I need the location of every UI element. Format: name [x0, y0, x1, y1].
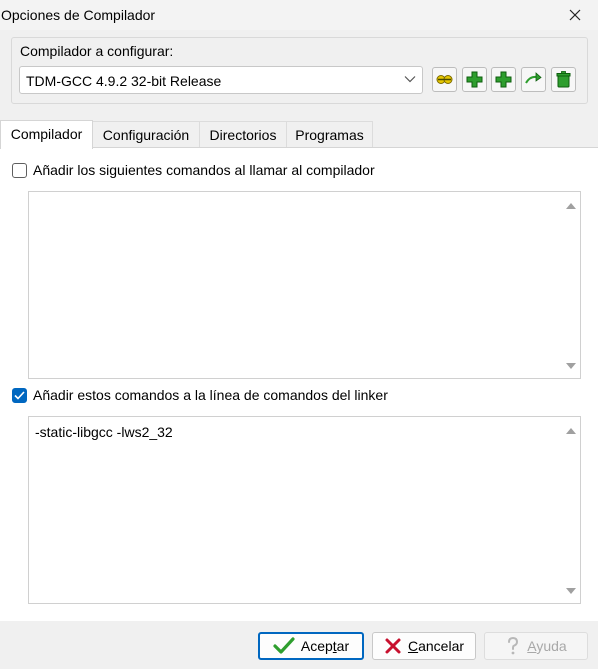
- scroll-up-icon[interactable]: [566, 428, 576, 434]
- scroll-down-icon[interactable]: [566, 588, 576, 594]
- linker-commands-value: -static-libgcc -lws2_32: [35, 424, 173, 440]
- checkmark-icon: [273, 637, 295, 654]
- add-compiler-button[interactable]: [462, 67, 487, 92]
- linker-commands-label: Añadir estos comandos a la línea de coma…: [33, 387, 388, 403]
- chevron-down-icon: [404, 76, 416, 83]
- help-icon: [508, 636, 519, 655]
- rename-compiler-button[interactable]: [432, 67, 457, 92]
- help-button-label: Ayuda: [527, 638, 567, 654]
- close-icon: [569, 9, 581, 21]
- cancel-x-icon: [385, 638, 401, 654]
- linker-commands-option[interactable]: Añadir estos comandos a la línea de coma…: [12, 387, 388, 403]
- scroll-up-icon[interactable]: [566, 203, 576, 209]
- compiler-options-dialog: Opciones de Compilador Compilador a conf…: [0, 0, 598, 669]
- tab-configuracion[interactable]: Configuración: [93, 121, 200, 148]
- linker-commands-checkbox[interactable]: [12, 387, 27, 403]
- add-copy-icon: [495, 71, 512, 88]
- cancel-button-label: Cancelar: [407, 638, 465, 654]
- delete-icon: [556, 71, 571, 88]
- compiler-select[interactable]: TDM-GCC 4.9.2 32-bit Release: [19, 66, 423, 94]
- delete-compiler-button[interactable]: [551, 67, 576, 92]
- close-button[interactable]: [552, 0, 598, 30]
- add-icon: [466, 71, 483, 88]
- tab-strip: Compilador Configuración Directorios Pro…: [0, 120, 598, 149]
- tab-programas[interactable]: Programas: [287, 121, 373, 148]
- compiler-commands-scrollbar[interactable]: [560, 192, 580, 378]
- compiler-commands-option[interactable]: Añadir los siguientes comandos al llamar…: [12, 162, 375, 178]
- ok-button-label: Aceptar: [300, 638, 350, 654]
- window-title: Opciones de Compilador: [1, 7, 156, 23]
- tab-label: Directorios: [209, 127, 277, 143]
- linker-commands-scrollbar[interactable]: [560, 417, 580, 603]
- compiler-commands-textarea[interactable]: [28, 191, 581, 379]
- tab-label: Programas: [295, 127, 364, 143]
- compiler-group-label: Compilador a configurar:: [20, 43, 174, 59]
- find-compilers-icon: [525, 72, 542, 84]
- rename-icon: [436, 75, 453, 84]
- find-compilers-button[interactable]: [521, 67, 546, 92]
- compiler-select-value: TDM-GCC 4.9.2 32-bit Release: [26, 73, 222, 89]
- cancel-button[interactable]: Cancelar: [372, 632, 476, 660]
- linker-commands-textarea[interactable]: -static-libgcc -lws2_32: [28, 416, 581, 604]
- ok-button[interactable]: Aceptar: [258, 632, 364, 660]
- title-bar: Opciones de Compilador: [0, 0, 598, 30]
- tab-label: Compilador: [10, 126, 83, 142]
- tab-label: Configuración: [102, 127, 190, 143]
- compiler-commands-label: Añadir los siguientes comandos al llamar…: [33, 162, 375, 178]
- scroll-down-icon[interactable]: [566, 363, 576, 369]
- checkmark-icon: [14, 390, 25, 400]
- help-button[interactable]: Ayuda: [484, 632, 588, 660]
- add-copy-compiler-button[interactable]: [491, 67, 516, 92]
- compiler-commands-checkbox[interactable]: [12, 162, 27, 178]
- tab-compilador[interactable]: Compilador: [0, 120, 93, 149]
- tab-panel-compilador: Añadir los siguientes comandos al llamar…: [0, 147, 598, 621]
- tab-directorios[interactable]: Directorios: [200, 121, 287, 148]
